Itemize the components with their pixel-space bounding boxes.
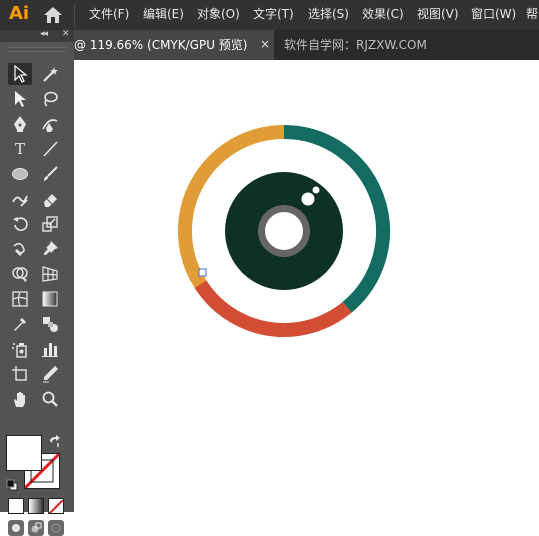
shape-builder-icon xyxy=(12,267,28,282)
anchor-point-handle[interactable] xyxy=(198,268,207,277)
lens-highlight-large xyxy=(301,192,315,206)
panel-close-icon[interactable]: ✕ xyxy=(62,29,70,39)
pen-tool[interactable] xyxy=(8,113,32,135)
draw-inside-icon xyxy=(51,523,61,533)
ellipse-icon xyxy=(12,168,28,180)
swap-colors-icon[interactable] xyxy=(48,434,62,448)
home-icon[interactable] xyxy=(42,6,64,24)
draw-inside-button[interactable] xyxy=(48,520,64,536)
hand-icon xyxy=(14,392,25,407)
menu-view[interactable]: 视图(V) xyxy=(417,6,459,22)
eraser-icon xyxy=(44,194,57,207)
eraser-tool[interactable] xyxy=(38,188,62,210)
direct-selection-tool[interactable] xyxy=(8,88,32,110)
menu-separator xyxy=(74,4,75,26)
warp-icon xyxy=(13,242,25,256)
panel-header: ◂◂ ✕ xyxy=(0,29,74,42)
symbol-sprayer-tool[interactable] xyxy=(8,338,32,360)
magic-wand-tool[interactable] xyxy=(38,63,62,85)
zoom-tool[interactable] xyxy=(38,388,62,410)
lasso-icon xyxy=(44,91,58,107)
magic-wand-icon xyxy=(43,67,58,82)
ring-segment-red[interactable] xyxy=(194,280,352,337)
curvature-pen-icon xyxy=(42,119,58,132)
eyedropper-icon xyxy=(14,318,26,331)
zoom-magnifier-icon xyxy=(42,391,58,407)
pen-icon xyxy=(14,116,26,132)
lens-white-center[interactable] xyxy=(265,212,303,250)
line-segment-icon xyxy=(43,141,58,157)
menu-effect[interactable]: 效果(C) xyxy=(362,6,404,22)
gradient-tool[interactable] xyxy=(38,288,62,310)
slice-knife-icon xyxy=(43,366,58,383)
slice-tool[interactable] xyxy=(38,363,62,385)
blend-tool[interactable] xyxy=(38,313,62,335)
tab-close-icon[interactable]: × xyxy=(260,37,270,51)
scale-icon xyxy=(42,216,58,232)
panel-grip[interactable] xyxy=(8,47,66,52)
document-tab-bar: @ 119.66% (CMYK/GPU 预览) × 软件自学网：RJZXW.CO… xyxy=(74,30,539,60)
curvature-tool[interactable] xyxy=(38,113,62,135)
artboard-tool[interactable] xyxy=(8,363,32,385)
eyedropper-tool[interactable] xyxy=(8,313,32,335)
type-icon: T xyxy=(14,140,25,158)
collapse-icon[interactable]: ◂◂ xyxy=(40,29,48,39)
selection-tool[interactable] xyxy=(8,63,32,85)
puppet-warp-tool[interactable] xyxy=(38,238,62,260)
menu-bar: Ai 文件(F) 编辑(E) 对象(O) 文字(T) 选择(S) 效果(C) 视… xyxy=(0,0,539,30)
lens-highlight-small xyxy=(312,186,320,194)
draw-behind-icon xyxy=(31,522,42,533)
symbol-sprayer-icon xyxy=(12,343,27,358)
default-colors-icon[interactable] xyxy=(6,476,18,491)
menu-select[interactable]: 选择(S) xyxy=(308,6,349,22)
blend-icon xyxy=(43,317,58,332)
direct-selection-icon xyxy=(15,91,26,107)
menu-object[interactable]: 对象(O) xyxy=(197,6,240,22)
warp-tool[interactable] xyxy=(8,238,32,260)
draw-normal-button[interactable] xyxy=(8,520,24,536)
fill-color-swatch[interactable] xyxy=(6,435,42,471)
column-graph-tool[interactable] xyxy=(38,338,62,360)
shaper-icon xyxy=(12,195,28,207)
draw-normal-icon xyxy=(12,524,20,532)
tools-panel: ◂◂ ✕ T xyxy=(0,29,74,536)
mesh-icon xyxy=(12,291,28,307)
perspective-grid-icon xyxy=(42,266,58,282)
mesh-tool[interactable] xyxy=(8,288,32,310)
menu-edit[interactable]: 编辑(E) xyxy=(143,6,184,22)
draw-behind-button[interactable] xyxy=(28,520,44,536)
scale-tool[interactable] xyxy=(38,213,62,235)
type-tool[interactable]: T xyxy=(8,138,32,160)
menu-file[interactable]: 文件(F) xyxy=(89,6,129,22)
tab-other-document[interactable]: 软件自学网：RJZXW.COM xyxy=(284,38,427,52)
rotate-tool[interactable] xyxy=(8,213,32,235)
shape-builder-tool[interactable] xyxy=(8,263,32,285)
camera-lens-artwork[interactable] xyxy=(169,116,399,346)
line-segment-tool[interactable] xyxy=(38,138,62,160)
selection-arrow-icon xyxy=(14,65,28,83)
paintbrush-icon xyxy=(44,166,58,181)
artboard-canvas[interactable] xyxy=(74,60,539,512)
column-graph-icon xyxy=(42,343,58,357)
app-logo: Ai xyxy=(9,3,30,24)
shaper-tool[interactable] xyxy=(8,188,32,210)
pin-icon xyxy=(44,241,58,255)
tab-title: @ 119.66% (CMYK/GPU 预览) xyxy=(74,38,248,52)
menu-help[interactable]: 帮 xyxy=(526,6,538,22)
rotate-icon xyxy=(13,217,28,232)
lasso-tool[interactable] xyxy=(38,88,62,110)
paintbrush-tool[interactable] xyxy=(38,163,62,185)
perspective-grid-tool[interactable] xyxy=(38,263,62,285)
artboard-icon xyxy=(12,366,27,381)
ellipse-tool[interactable] xyxy=(8,163,32,185)
gradient-icon xyxy=(42,291,58,307)
menu-window[interactable]: 窗口(W) xyxy=(471,6,516,22)
menu-type[interactable]: 文字(T) xyxy=(253,6,294,22)
tab-current-document[interactable]: @ 119.66% (CMYK/GPU 预览) × xyxy=(74,30,274,60)
hand-tool[interactable] xyxy=(8,388,32,410)
